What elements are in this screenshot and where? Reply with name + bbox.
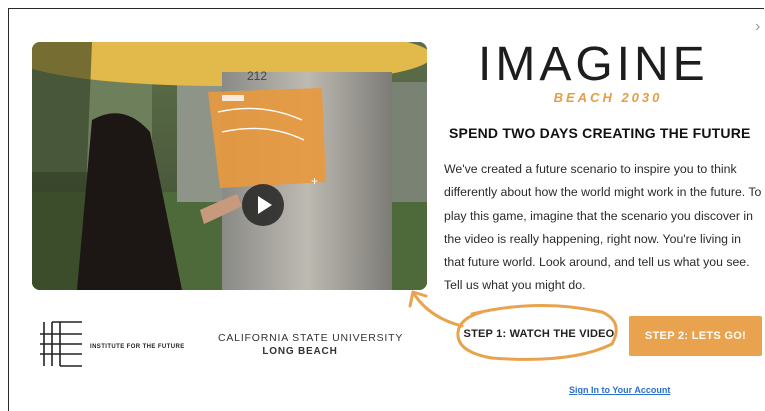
video-thumbnail: 212 + bbox=[32, 42, 427, 290]
play-button[interactable] bbox=[242, 184, 284, 226]
page-headline: SPEND TWO DAYS CREATING THE FUTURE bbox=[449, 125, 751, 141]
imagine-logo: IMAGINE bbox=[478, 40, 709, 84]
close-icon[interactable]: › bbox=[755, 18, 765, 36]
iftf-label: INSTITUTE FOR THE FUTURE bbox=[90, 344, 185, 350]
hand-drawn-arrow bbox=[408, 290, 464, 328]
step2-lets-go-button[interactable]: STEP 2: LETS GO! bbox=[629, 316, 762, 356]
csu-name: CALIFORNIA STATE UNIVERSITY bbox=[218, 332, 404, 344]
play-icon bbox=[258, 196, 272, 214]
description-text: We've created a future scenario to inspi… bbox=[444, 162, 762, 293]
logo-title: IMAGINE bbox=[478, 40, 709, 84]
pillar-number: 212 bbox=[247, 69, 267, 83]
sign-in-link[interactable]: Sign In to Your Account bbox=[569, 385, 670, 395]
video-player[interactable]: 212 + bbox=[32, 42, 427, 290]
step1-watch-video-button[interactable]: STEP 1: WATCH THE VIDEO bbox=[462, 318, 616, 350]
csu-campus: LONG BEACH bbox=[262, 346, 338, 357]
logo-subtitle: BEACH 2030 bbox=[553, 90, 663, 105]
svg-text:+: + bbox=[311, 174, 318, 188]
